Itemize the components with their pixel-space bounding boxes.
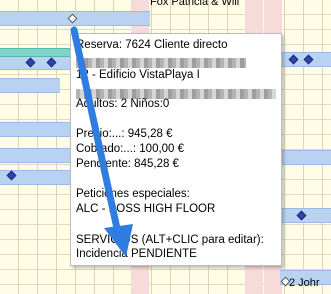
annotation-arrow-icon: [70, 26, 133, 257]
